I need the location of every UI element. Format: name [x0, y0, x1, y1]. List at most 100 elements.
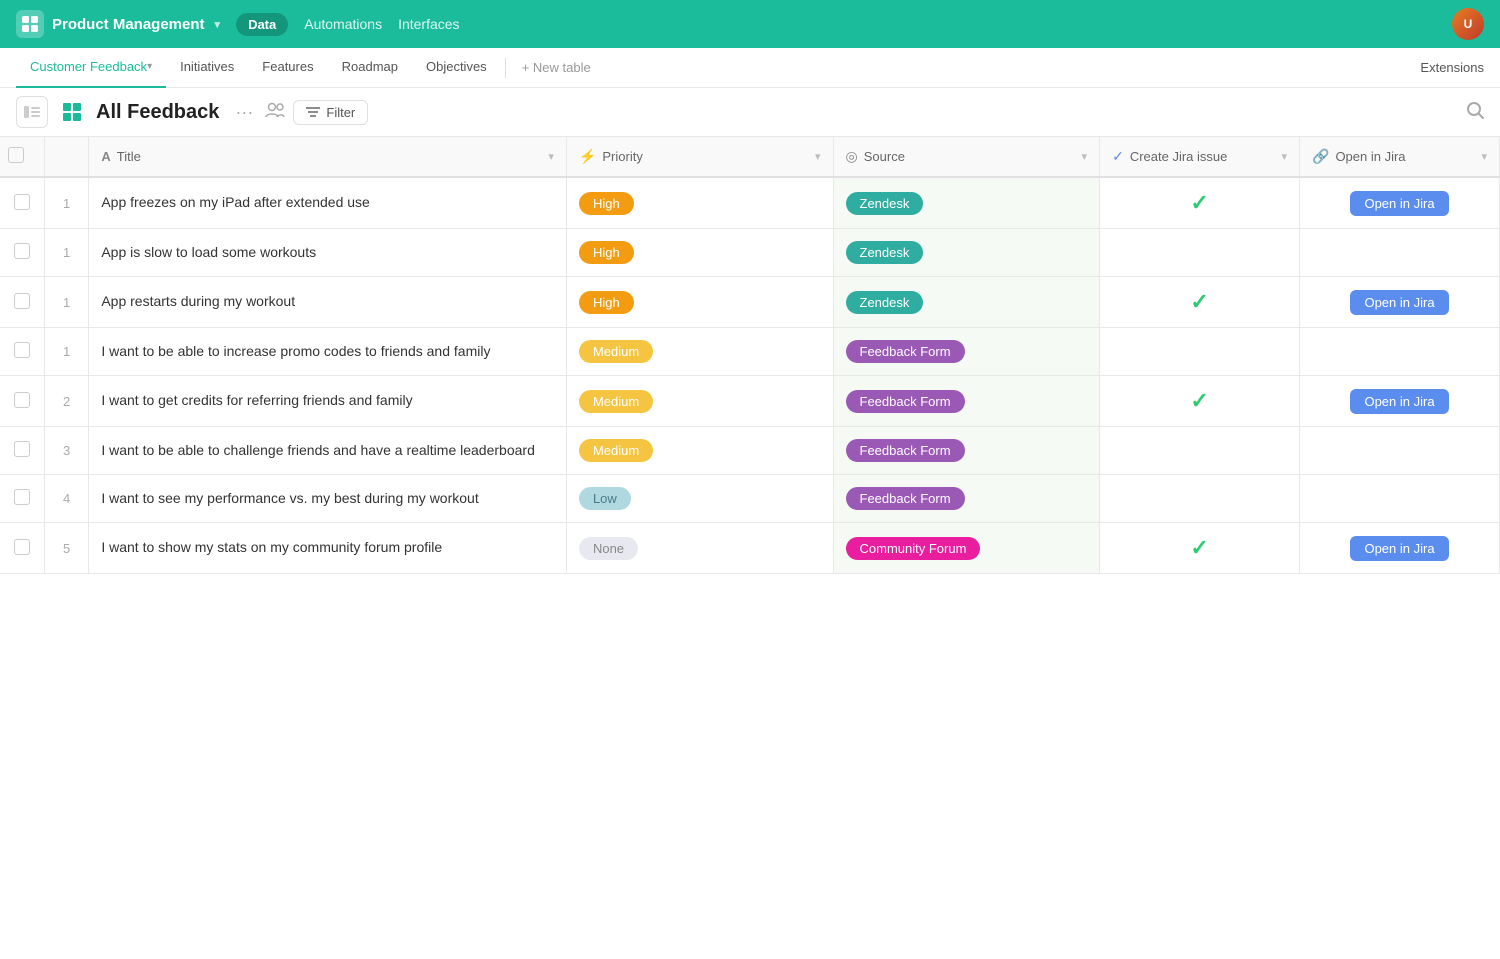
row-title[interactable]: I want to be able to challenge friends a… [89, 427, 567, 475]
source-badge: Community Forum [846, 537, 981, 560]
source-badge: Feedback Form [846, 390, 965, 413]
row-jira-create[interactable]: ✓ [1100, 277, 1300, 328]
row-checkbox[interactable] [14, 194, 30, 210]
row-title[interactable]: App restarts during my workout [89, 277, 567, 328]
table-row: 1App freezes on my iPad after extended u… [0, 177, 1500, 229]
table-row: 1App restarts during my workoutHighZende… [0, 277, 1500, 328]
row-title[interactable]: App is slow to load some workouts [89, 229, 567, 277]
priority-badge: High [579, 241, 634, 264]
table-wrap: A Title ▾ ⚡ Priority ▾ ◎ Source [0, 137, 1500, 574]
row-title[interactable]: I want to be able to increase promo code… [89, 328, 567, 376]
tab-objectives[interactable]: Objectives [412, 48, 501, 88]
source-col-icon: ◎ [846, 148, 858, 165]
nav-data[interactable]: Data [236, 13, 288, 36]
header-source-col[interactable]: ◎ Source ▾ [833, 137, 1100, 177]
row-checkbox[interactable] [14, 243, 30, 259]
row-source[interactable]: Zendesk [833, 177, 1100, 229]
priority-badge: None [579, 537, 638, 560]
open-in-jira-button[interactable]: Open in Jira [1350, 191, 1448, 216]
open-in-jira-button[interactable]: Open in Jira [1350, 536, 1448, 561]
more-options-button[interactable]: ··· [231, 102, 257, 123]
row-checkbox[interactable] [14, 539, 30, 555]
row-priority[interactable]: Medium [566, 427, 833, 475]
row-jira-create[interactable] [1100, 427, 1300, 475]
row-jira-open[interactable] [1300, 229, 1500, 277]
row-jira-create[interactable] [1100, 229, 1300, 277]
row-priority[interactable]: Medium [566, 376, 833, 427]
row-number: 1 [44, 328, 88, 376]
row-source[interactable]: Feedback Form [833, 475, 1100, 523]
row-checkbox[interactable] [14, 342, 30, 358]
row-title[interactable]: I want to get credits for referring frie… [89, 376, 567, 427]
row-jira-create[interactable]: ✓ [1100, 523, 1300, 574]
row-jira-open[interactable]: Open in Jira [1300, 376, 1500, 427]
jira-checkmark: ✓ [1190, 535, 1208, 560]
row-jira-open[interactable]: Open in Jira [1300, 177, 1500, 229]
header-jira-create-col[interactable]: ✓ Create Jira issue ▾ [1100, 137, 1300, 177]
app-logo[interactable]: Product Management ▾ [16, 10, 220, 38]
tab-customer-feedback[interactable]: Customer Feedback [16, 48, 166, 88]
row-priority[interactable]: Medium [566, 328, 833, 376]
source-badge: Zendesk [846, 291, 924, 314]
row-jira-create[interactable] [1100, 328, 1300, 376]
row-jira-open[interactable]: Open in Jira [1300, 277, 1500, 328]
row-source[interactable]: Zendesk [833, 229, 1100, 277]
row-checkbox[interactable] [14, 392, 30, 408]
row-checkbox[interactable] [14, 293, 30, 309]
tab-extensions[interactable]: Extensions [1420, 60, 1484, 75]
row-title[interactable]: App freezes on my iPad after extended us… [89, 177, 567, 229]
title-col-icon: A [101, 149, 110, 164]
priority-col-label: Priority [602, 149, 642, 164]
filter-button[interactable]: Filter [293, 100, 368, 125]
source-col-arrow: ▾ [1082, 150, 1088, 163]
priority-col-icon: ⚡ [579, 148, 596, 165]
select-all-checkbox[interactable] [8, 147, 24, 163]
row-source[interactable]: Community Forum [833, 523, 1100, 574]
view-icon [56, 96, 88, 128]
share-button[interactable] [265, 102, 285, 123]
nav-automations[interactable]: Automations [304, 16, 382, 32]
nav-interfaces[interactable]: Interfaces [398, 16, 459, 32]
row-priority[interactable]: High [566, 229, 833, 277]
jira-create-col-icon: ✓ [1112, 148, 1124, 165]
open-in-jira-button[interactable]: Open in Jira [1350, 290, 1448, 315]
row-priority[interactable]: High [566, 177, 833, 229]
row-number: 4 [44, 475, 88, 523]
source-badge: Feedback Form [846, 487, 965, 510]
open-in-jira-button[interactable]: Open in Jira [1350, 389, 1448, 414]
table-row: 1App is slow to load some workoutsHighZe… [0, 229, 1500, 277]
row-jira-create[interactable] [1100, 475, 1300, 523]
row-checkbox[interactable] [14, 489, 30, 505]
row-title[interactable]: I want to see my performance vs. my best… [89, 475, 567, 523]
row-priority[interactable]: High [566, 277, 833, 328]
row-source[interactable]: Feedback Form [833, 427, 1100, 475]
row-source[interactable]: Feedback Form [833, 328, 1100, 376]
row-jira-open[interactable]: Open in Jira [1300, 523, 1500, 574]
logo-svg [21, 15, 39, 33]
row-jira-open[interactable] [1300, 328, 1500, 376]
header-title-col[interactable]: A Title ▾ [89, 137, 567, 177]
row-title[interactable]: I want to show my stats on my community … [89, 523, 567, 574]
jira-create-col-label: Create Jira issue [1130, 149, 1228, 164]
search-button[interactable] [1466, 101, 1484, 124]
tab-initiatives[interactable]: Initiatives [166, 48, 248, 88]
tab-roadmap[interactable]: Roadmap [328, 48, 412, 88]
tab-features[interactable]: Features [248, 48, 327, 88]
row-jira-open[interactable] [1300, 427, 1500, 475]
view-title: All Feedback [96, 101, 219, 124]
table-row: 3I want to be able to challenge friends … [0, 427, 1500, 475]
row-priority[interactable]: None [566, 523, 833, 574]
row-source[interactable]: Zendesk [833, 277, 1100, 328]
avatar[interactable]: U [1452, 8, 1484, 40]
header-priority-col[interactable]: ⚡ Priority ▾ [566, 137, 833, 177]
row-priority[interactable]: Low [566, 475, 833, 523]
row-checkbox[interactable] [14, 441, 30, 457]
row-jira-create[interactable]: ✓ [1100, 177, 1300, 229]
row-source[interactable]: Feedback Form [833, 376, 1100, 427]
tab-new-table[interactable]: + New table [510, 48, 603, 88]
row-jira-open[interactable] [1300, 475, 1500, 523]
row-jira-create[interactable]: ✓ [1100, 376, 1300, 427]
header-jira-open-col[interactable]: 🔗 Open in Jira ▾ [1300, 137, 1500, 177]
sidebar-toggle[interactable] [16, 96, 48, 128]
app-chevron: ▾ [215, 18, 221, 31]
